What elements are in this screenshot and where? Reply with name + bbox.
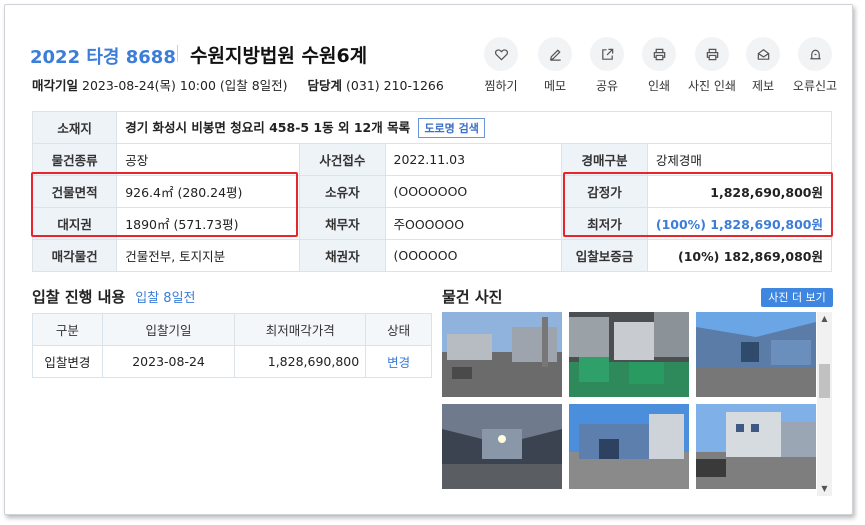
property-photo[interactable] <box>442 312 562 397</box>
scroll-thumb[interactable] <box>819 364 830 398</box>
price-highlight-box <box>563 172 833 237</box>
table-row: 매각물건 건물전부, 토지지분 채권자 (OOOOOO 입찰보증금 (10%) … <box>31 239 833 272</box>
auction-detail-panel: 2022 타경 8688 수원지방법원 수원6계 매각기일 2023-08-24… <box>4 4 853 515</box>
debtor-value: 주OOOOOO <box>384 207 563 240</box>
creditor-value: (OOOOOO <box>384 239 563 272</box>
column-header: 상태 <box>365 313 432 346</box>
property-photo[interactable] <box>442 404 562 489</box>
manager-label: 담당계 <box>307 78 343 93</box>
photo-scrollbar[interactable]: ▲ ▼ <box>817 312 832 496</box>
sale-item-label: 매각물건 <box>31 239 118 272</box>
scroll-up-arrow-icon[interactable]: ▲ <box>817 312 832 326</box>
heart-icon <box>494 48 508 61</box>
table-row: 물건종류 공장 사건접수 2022.11.03 경매구분 강제경매 <box>31 143 833 176</box>
owner-value: (OOOOOOO <box>384 175 563 208</box>
photos-section-title: 물건 사진 <box>442 288 503 306</box>
sale-date: 2023-08-24(목) 10:00 (입찰 8일전) <box>82 78 288 93</box>
location-cell: 경기 화성시 비봉면 청요리 458-5 1동 외 12개 목록 도로명 검색 <box>116 111 832 144</box>
scroll-down-arrow-icon[interactable]: ▼ <box>817 482 832 496</box>
bidding-countdown: 입찰 8일전 <box>135 291 196 306</box>
error-report-button[interactable]: 오류신고 <box>787 37 843 94</box>
memo-label: 메모 <box>543 79 567 93</box>
bid-date: 2023-08-24 <box>101 345 236 378</box>
mail-icon <box>757 48 769 60</box>
auction-kind-value: 강제경매 <box>646 143 833 176</box>
case-number: 2022 타경 8688 <box>30 47 176 68</box>
bid-status: 변경 <box>365 345 432 378</box>
print-label: 인쇄 <box>647 79 671 93</box>
bid-kind: 입찰변경 <box>32 345 103 378</box>
property-photo[interactable] <box>696 312 816 397</box>
accept-label: 사건접수 <box>299 143 386 176</box>
auction-kind-label: 경매구분 <box>561 143 648 176</box>
property-photo[interactable] <box>569 404 689 489</box>
photo-print-button[interactable]: 사진 인쇄 <box>684 37 740 94</box>
type-value: 공장 <box>116 143 301 176</box>
column-header: 입찰기일 <box>101 313 236 346</box>
sale-date-line: 매각기일 2023-08-24(목) 10:00 (입찰 8일전) 담당계 (0… <box>32 75 444 94</box>
print-icon <box>653 48 665 60</box>
bidding-table: 구분 입찰기일 최저매각가격 상태 입찰변경 2023-08-24 1,828,… <box>32 313 432 378</box>
favorite-label: 찜하기 <box>484 79 518 93</box>
title-divider <box>177 45 178 62</box>
share-icon <box>601 48 613 60</box>
table-row: 입찰변경 2023-08-24 1,828,690,800 변경 <box>32 345 432 378</box>
deposit-label: 입찰보증금 <box>561 239 648 272</box>
table-header-row: 구분 입찰기일 최저매각가격 상태 <box>32 313 432 346</box>
favorite-button[interactable]: 찜하기 <box>473 37 529 94</box>
type-label: 물건종류 <box>31 143 118 176</box>
report-label: 제보 <box>751 79 775 93</box>
road-name-search-button[interactable]: 도로명 검색 <box>418 118 485 139</box>
error-report-label: 오류신고 <box>792 79 838 93</box>
property-photo[interactable] <box>569 312 689 397</box>
photo-gallery <box>442 312 816 496</box>
bidding-section-title: 입찰 진행 내용 입찰 8일전 <box>32 286 196 307</box>
column-header: 최저매각가격 <box>234 313 367 346</box>
area-highlight-box <box>31 172 298 237</box>
owner-label: 소유자 <box>299 175 386 208</box>
location-value: 경기 화성시 비봉면 청요리 458-5 1동 외 12개 목록 <box>125 119 411 135</box>
column-header: 구분 <box>32 313 103 346</box>
share-label: 공유 <box>595 79 619 93</box>
share-button[interactable]: 공유 <box>579 37 635 94</box>
more-photos-button[interactable]: 사진 더 보기 <box>761 288 833 307</box>
accept-value: 2022.11.03 <box>384 143 563 176</box>
property-photo[interactable] <box>696 404 816 489</box>
creditor-label: 채권자 <box>299 239 386 272</box>
location-label: 소재지 <box>31 111 118 144</box>
bidding-title: 입찰 진행 내용 <box>32 288 126 306</box>
sale-date-label: 매각기일 <box>32 78 79 93</box>
sale-item-value: 건물전부, 토지지분 <box>116 239 301 272</box>
print-button[interactable]: 인쇄 <box>631 37 687 94</box>
manager-phone: (031) 210-1266 <box>346 78 444 93</box>
edit-icon <box>549 48 561 61</box>
debtor-label: 채무자 <box>299 207 386 240</box>
court-name: 수원지방법원 수원6계 <box>190 45 368 67</box>
table-row: 소재지 경기 화성시 비봉면 청요리 458-5 1동 외 12개 목록 도로명… <box>31 111 832 144</box>
report-button[interactable]: 제보 <box>735 37 791 94</box>
photo-print-label: 사진 인쇄 <box>688 79 736 93</box>
deposit-value: (10%) 182,869,080원 <box>646 239 833 272</box>
bid-price: 1,828,690,800 <box>234 345 367 378</box>
print-icon <box>706 48 718 60</box>
memo-button[interactable]: 메모 <box>527 37 583 94</box>
alert-icon <box>809 49 821 59</box>
